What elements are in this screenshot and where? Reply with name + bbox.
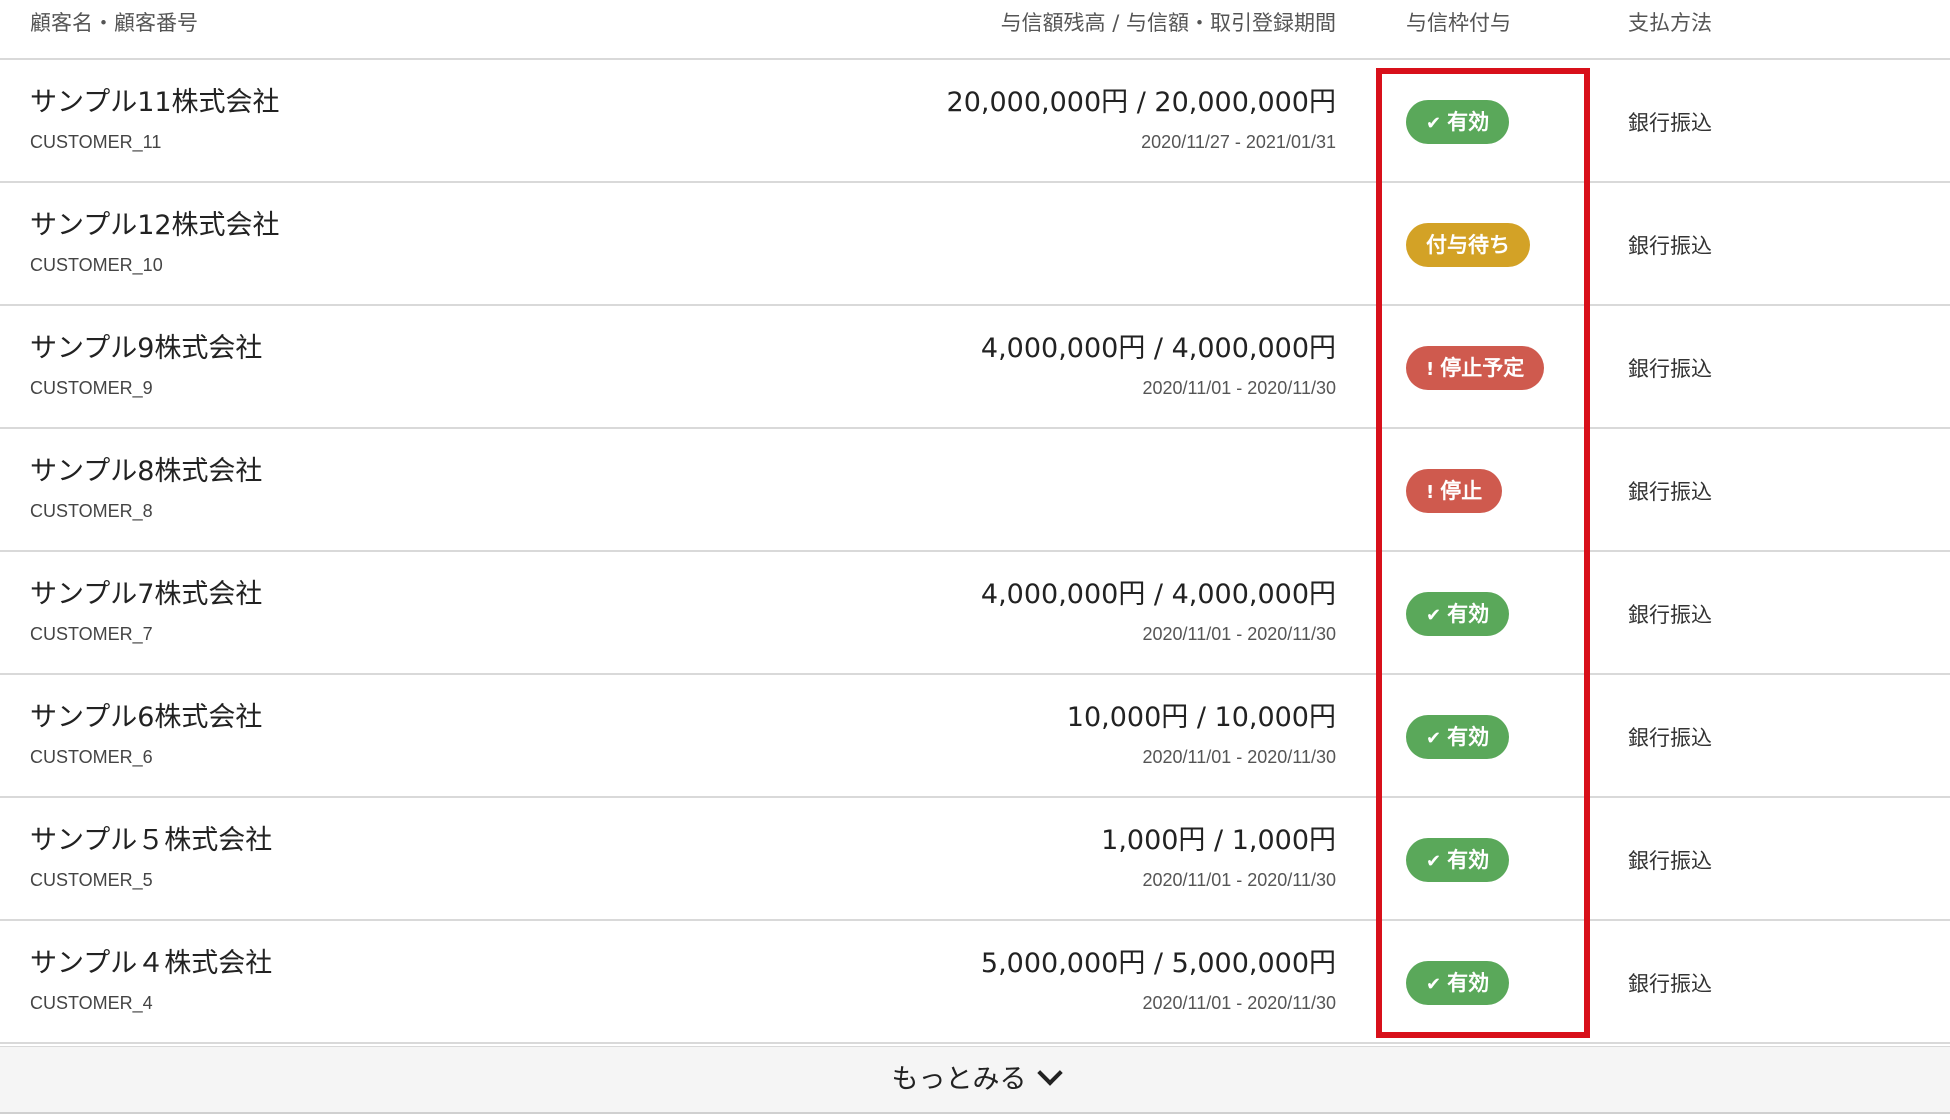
customer-code: CUSTOMER_4 bbox=[30, 993, 153, 1013]
payment-method: 銀行振込 bbox=[1628, 357, 1712, 381]
chevron-down-icon bbox=[1036, 1060, 1063, 1086]
customer-code: CUSTOMER_9 bbox=[30, 378, 153, 398]
table-row[interactable]: サンプル6株式会社 CUSTOMER_6 10,000円 / 10,000円 2… bbox=[0, 675, 1950, 798]
credit-period: 2020/11/01 - 2020/11/30 bbox=[1142, 624, 1337, 644]
status-badge: ✔ 有効 bbox=[1406, 838, 1510, 882]
exclamation-icon: ! bbox=[1426, 359, 1435, 380]
status-badge: 付与待ち bbox=[1406, 223, 1530, 267]
show-more-button[interactable]: もっとみる bbox=[0, 1046, 1950, 1114]
table-row[interactable]: サンプル7株式会社 CUSTOMER_7 4,000,000円 / 4,000,… bbox=[0, 552, 1950, 675]
column-header-credit-status[interactable]: 与信枠付与 bbox=[1406, 0, 1511, 46]
credit-period: 2020/11/01 - 2020/11/30 bbox=[1142, 378, 1337, 398]
credit-amount: 10,000円 / 10,000円 bbox=[1066, 702, 1336, 733]
customer-name[interactable]: サンプル11株式会社 bbox=[30, 80, 280, 119]
check-icon: ✔ bbox=[1426, 605, 1442, 626]
table-row[interactable]: サンプル４株式会社 CUSTOMER_4 5,000,000円 / 5,000,… bbox=[0, 921, 1950, 1044]
customer-name[interactable]: サンプル7株式会社 bbox=[30, 572, 262, 611]
payment-method: 銀行振込 bbox=[1628, 111, 1712, 135]
customer-name[interactable]: サンプル５株式会社 bbox=[30, 818, 272, 857]
customer-name[interactable]: サンプル４株式会社 bbox=[30, 941, 272, 980]
status-label: 停止予定 bbox=[1440, 356, 1525, 380]
credit-amount: 4,000,000円 / 4,000,000円 bbox=[980, 333, 1336, 364]
customer-code: CUSTOMER_7 bbox=[30, 624, 153, 644]
table-row[interactable]: サンプル8株式会社 CUSTOMER_8 ! 停止 銀行振込 bbox=[0, 429, 1950, 552]
column-header-payment-method[interactable]: 支払方法 bbox=[1628, 0, 1712, 46]
customer-code: CUSTOMER_6 bbox=[30, 747, 153, 767]
exclamation-icon: ! bbox=[1426, 482, 1435, 503]
credit-amount: 5,000,000円 / 5,000,000円 bbox=[980, 948, 1336, 979]
payment-method: 銀行振込 bbox=[1628, 480, 1712, 504]
column-header-credit[interactable]: 与信額残高 / 与信額・取引登録期間 bbox=[1001, 0, 1336, 46]
status-label: 停止 bbox=[1440, 479, 1483, 503]
customer-code: CUSTOMER_10 bbox=[30, 255, 163, 275]
status-badge: ✔ 有効 bbox=[1406, 100, 1510, 144]
status-label: 有効 bbox=[1447, 602, 1490, 626]
table-body: サンプル11株式会社 CUSTOMER_11 20,000,000円 / 20,… bbox=[0, 60, 1950, 1044]
status-badge: ✔ 有効 bbox=[1406, 592, 1510, 636]
show-more-label: もっとみる bbox=[891, 1064, 1027, 1095]
status-badge: ! 停止 bbox=[1406, 469, 1503, 513]
customer-table: 顧客名・顧客番号 与信額残高 / 与信額・取引登録期間 与信枠付与 支払方法 サ… bbox=[0, 0, 1950, 1044]
check-icon: ✔ bbox=[1426, 851, 1442, 872]
status-label: 有効 bbox=[1447, 848, 1490, 872]
table-row[interactable]: サンプル9株式会社 CUSTOMER_9 4,000,000円 / 4,000,… bbox=[0, 306, 1950, 429]
credit-amount: 4,000,000円 / 4,000,000円 bbox=[980, 579, 1336, 610]
customer-name[interactable]: サンプル12株式会社 bbox=[30, 203, 280, 242]
customer-name[interactable]: サンプル6株式会社 bbox=[30, 695, 262, 734]
status-label: 有効 bbox=[1447, 725, 1490, 749]
column-header-customer[interactable]: 顧客名・顧客番号 bbox=[30, 0, 198, 46]
payment-method: 銀行振込 bbox=[1628, 849, 1712, 873]
status-badge: ✔ 有効 bbox=[1406, 961, 1510, 1005]
customer-code: CUSTOMER_11 bbox=[30, 132, 162, 152]
table-row[interactable]: サンプル５株式会社 CUSTOMER_5 1,000円 / 1,000円 202… bbox=[0, 798, 1950, 921]
table-row[interactable]: サンプル11株式会社 CUSTOMER_11 20,000,000円 / 20,… bbox=[0, 60, 1950, 183]
credit-period: 2020/11/27 - 2021/01/31 bbox=[1141, 132, 1336, 152]
status-badge: ! 停止予定 bbox=[1406, 346, 1545, 390]
status-label: 有効 bbox=[1447, 110, 1490, 134]
customer-name[interactable]: サンプル9株式会社 bbox=[30, 326, 262, 365]
credit-period: 2020/11/01 - 2020/11/30 bbox=[1142, 747, 1337, 767]
check-icon: ✔ bbox=[1426, 974, 1442, 995]
payment-method: 銀行振込 bbox=[1628, 603, 1712, 627]
credit-period: 2020/11/01 - 2020/11/30 bbox=[1142, 993, 1337, 1013]
status-label: 付与待ち bbox=[1426, 233, 1510, 257]
payment-method: 銀行振込 bbox=[1628, 972, 1712, 996]
credit-amount: 20,000,000円 / 20,000,000円 bbox=[946, 87, 1336, 118]
table-header: 顧客名・顧客番号 与信額残高 / 与信額・取引登録期間 与信枠付与 支払方法 bbox=[0, 0, 1950, 60]
status-badge: ✔ 有効 bbox=[1406, 715, 1510, 759]
customer-name[interactable]: サンプル8株式会社 bbox=[30, 449, 262, 488]
table-row[interactable]: サンプル12株式会社 CUSTOMER_10 付与待ち 銀行振込 bbox=[0, 183, 1950, 306]
check-icon: ✔ bbox=[1426, 113, 1442, 134]
customer-code: CUSTOMER_5 bbox=[30, 870, 153, 890]
status-label: 有効 bbox=[1447, 971, 1490, 995]
payment-method: 銀行振込 bbox=[1628, 726, 1712, 750]
credit-period: 2020/11/01 - 2020/11/30 bbox=[1142, 870, 1337, 890]
customer-code: CUSTOMER_8 bbox=[30, 501, 153, 521]
check-icon: ✔ bbox=[1426, 728, 1442, 749]
payment-method: 銀行振込 bbox=[1628, 234, 1712, 258]
credit-amount: 1,000円 / 1,000円 bbox=[1101, 825, 1336, 856]
